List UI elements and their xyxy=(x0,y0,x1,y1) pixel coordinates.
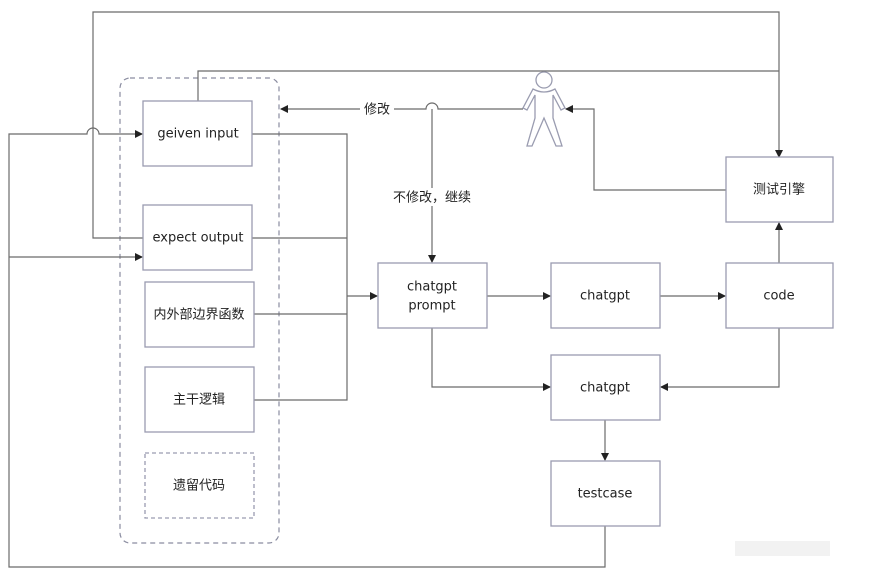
edge-testcase-loop xyxy=(8,127,606,568)
blurred-watermark xyxy=(735,541,830,556)
svg-text:expect output: expect output xyxy=(153,231,244,246)
svg-text:prompt: prompt xyxy=(408,299,455,314)
node-chatgpt-top: chatgpt xyxy=(550,262,661,329)
svg-text:chatgpt: chatgpt xyxy=(580,381,630,396)
edge-engine-to-person xyxy=(565,105,726,191)
node-main-logic: 主干逻辑 xyxy=(144,366,255,433)
edge-label-continue: 不修改，继续 xyxy=(393,191,471,206)
person-icon xyxy=(522,71,566,147)
node-testcase: testcase xyxy=(550,460,661,527)
svg-text:主干逻辑: 主干逻辑 xyxy=(173,393,225,408)
edge-code-to-chatgpt-mid xyxy=(660,328,780,391)
svg-text:测试引擎: 测试引擎 xyxy=(753,183,805,198)
svg-text:chatgpt: chatgpt xyxy=(407,280,457,295)
node-code: code xyxy=(725,262,834,329)
edge-input-bus xyxy=(252,133,348,401)
svg-text:内外部边界函数: 内外部边界函数 xyxy=(153,307,244,323)
svg-text:chatgpt: chatgpt xyxy=(580,289,630,304)
node-chatgpt-mid: chatgpt xyxy=(550,354,661,421)
node-legacy-code: 遗留代码 xyxy=(144,452,255,519)
edge-prompt-to-chatgpt-mid xyxy=(431,328,551,391)
node-boundary-functions: 内外部边界函数 xyxy=(144,281,255,348)
edge-label-modify: 修改 xyxy=(364,103,390,118)
edge-modify xyxy=(280,102,523,113)
svg-text:geiven input: geiven input xyxy=(157,127,238,142)
node-chatgpt-prompt: chatgpt prompt xyxy=(377,262,488,329)
svg-text:遗留代码: 遗留代码 xyxy=(173,479,225,494)
flow-diagram: 修改 不修改，继续 geiven input expect output 内外部… xyxy=(8,11,834,568)
svg-text:code: code xyxy=(763,289,794,304)
node-test-engine: 测试引擎 xyxy=(725,156,834,223)
edge-input-to-engine xyxy=(197,70,779,101)
node-given-input: geiven input xyxy=(142,100,253,167)
node-expect-output: expect output xyxy=(142,204,253,271)
svg-text:testcase: testcase xyxy=(578,487,633,502)
